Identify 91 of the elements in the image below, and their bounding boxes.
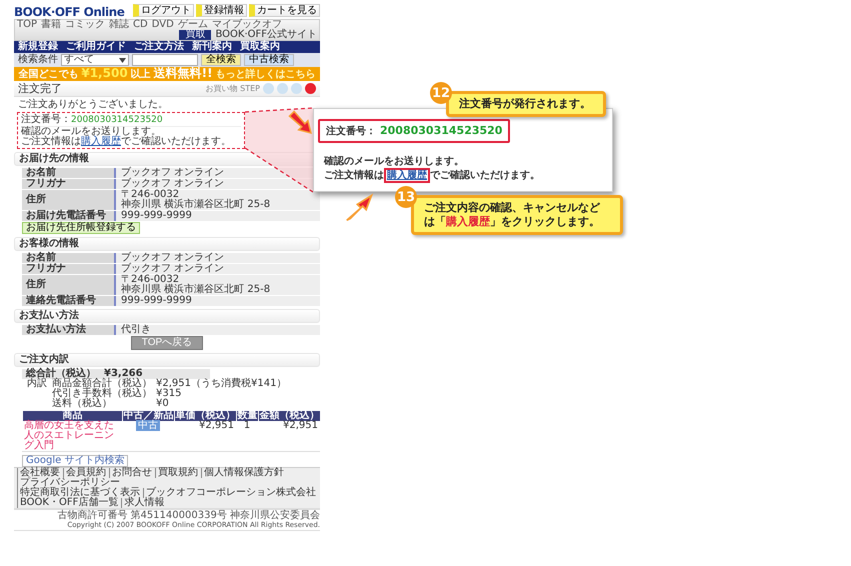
section-title: ご注文内訳	[19, 354, 69, 365]
search-label: 検索条件	[18, 55, 58, 65]
search-button[interactable]: 全検索	[201, 54, 241, 66]
nav-tab[interactable]: CD	[133, 20, 148, 30]
sub-nav-link[interactable]: 新規登録	[18, 42, 58, 52]
sub-nav-link[interactable]: ご利用ガイド	[66, 42, 126, 52]
table-value: 999-999-9999	[114, 296, 320, 306]
sub-nav-link[interactable]: ご注文方法	[134, 42, 184, 52]
table-value: 〒246-0032 神奈川県 横浜市瀬谷区北町 25-8	[114, 275, 320, 295]
table-cell: ¥2,951	[174, 421, 236, 452]
site-search-box[interactable]: Google サイト内検索	[22, 455, 128, 467]
footer-link[interactable]: お問合せ	[109, 468, 152, 478]
search-button[interactable]: 中古検索	[244, 54, 294, 66]
header-button[interactable]: 登録情報	[196, 4, 247, 17]
footer-link[interactable]: 買取規約	[155, 468, 198, 478]
banner-headline: 送料無料!!	[154, 68, 213, 78]
mail-notice: 確認のメールをお送りします。	[324, 155, 465, 169]
table-label: 住所	[22, 190, 114, 210]
category-select[interactable]: すべて	[61, 54, 129, 66]
mail-notice: 確認のメールをお送りします。	[21, 127, 162, 137]
breakdown-item: 送料（税込）	[52, 399, 113, 409]
table-label: 連絡先電話番号	[22, 296, 114, 306]
dropdown-icon	[119, 58, 126, 62]
nav-tab[interactable]: マイブックオフ	[212, 20, 282, 30]
table-label: フリガナ	[22, 179, 114, 189]
banner-text: 以上	[130, 70, 151, 80]
footer-link[interactable]: プライバシーポリシー	[17, 478, 120, 488]
total-amount: ¥3,266	[104, 369, 143, 379]
condition-badge: 中古	[136, 420, 160, 431]
section-title: お届け先の情報	[19, 153, 89, 164]
table-value: ブックオフ オンライン	[114, 264, 320, 274]
nav-tab[interactable]: TOP	[17, 20, 38, 30]
breakdown-label: 内訳	[27, 378, 47, 389]
order-number: 2008030314523520	[380, 124, 502, 137]
breakdown-item: 商品金額合計（税込）	[52, 379, 153, 389]
action-button[interactable]: お届け先住所帳登録する	[22, 222, 140, 234]
thanks-message: ご注文ありがとうございました。	[18, 100, 169, 110]
total-label: 総合計（税込）	[26, 369, 96, 379]
header-button[interactable]: カートを見る	[249, 4, 320, 17]
breakdown-value: ¥2,951（うち消費税¥141）	[156, 379, 286, 389]
table-value: ブックオフ オンライン	[114, 253, 320, 263]
table-value: 999-999-9999	[114, 211, 320, 221]
footer-link[interactable]: 会社概要	[17, 468, 60, 478]
product-link[interactable]: 高層の女王を支えた人のスエトレーニング入門	[24, 421, 120, 451]
sub-nav-link[interactable]: 買取案内	[240, 42, 280, 52]
table-label: フリガナ	[22, 264, 114, 274]
breakdown-item: 代引き手数料（税込）	[52, 389, 153, 399]
pointer-arrow-icon	[288, 110, 314, 136]
history-link[interactable]: 購入履歴	[81, 136, 121, 147]
banner-amount: ¥1,500	[81, 68, 128, 78]
official-site-link[interactable]: BOOK·OFF公式サイト	[215, 30, 317, 40]
breakdown-value: ¥0	[156, 399, 169, 409]
sub-nav-link[interactable]: 新刊案内	[192, 42, 232, 52]
table-label: お名前	[22, 253, 114, 263]
nav-tab[interactable]: 書籍	[41, 20, 62, 30]
table-cell: 1	[236, 421, 258, 452]
order-info-text: ご注文情報は 購入履歴 でご確認いただけます。	[324, 169, 541, 183]
steps-label: お買い物 STEP	[206, 84, 260, 94]
nav-tab[interactable]: DVD	[152, 20, 174, 30]
logo[interactable]: BOOK·OFF Online	[14, 7, 124, 17]
footer-link[interactable]: 特定商取引法に基づく表示	[17, 488, 140, 498]
section-title: お客様の情報	[19, 238, 79, 249]
breakdown-value: ¥315	[156, 389, 182, 399]
header-button[interactable]: ログアウト	[133, 4, 194, 17]
table-label: お支払い方法	[22, 325, 114, 335]
footer-link[interactable]: ブックオフコーポレーション株式会社	[143, 488, 316, 498]
license-text: 古物商許可番号 第451140000339号 神奈川県公安委員会	[56, 511, 320, 521]
table-label: お届け先電話番号	[22, 211, 114, 221]
search-field[interactable]	[132, 54, 198, 66]
footer-link[interactable]: 求人情報	[121, 498, 164, 508]
page-title: 注文完了	[18, 84, 63, 94]
history-link[interactable]: 購入履歴	[384, 168, 430, 183]
table-label: 住所	[22, 275, 114, 295]
section-title: お支払い方法	[19, 310, 79, 321]
order-number-label: 注文番号：	[21, 114, 71, 125]
footer-link[interactable]: 会員規約	[63, 468, 106, 478]
banner-text: 全国どこでも	[18, 70, 78, 80]
nav-tab[interactable]: 雑誌	[109, 20, 130, 30]
nav-tab[interactable]: コミック	[65, 20, 106, 30]
table-value: 〒246-0032 神奈川県 横浜市瀬谷区北町 25-8	[114, 190, 320, 210]
order-info-text: ご注文情報は購入履歴でご確認いただけます。	[21, 137, 232, 147]
table-cell: ¥2,951	[258, 421, 320, 452]
footer-link[interactable]: BOOK・OFF店舗一覧	[17, 498, 118, 508]
order-number: 2008030314523520	[71, 115, 163, 125]
order-number-label: 注文番号：	[326, 126, 376, 137]
pointer-arrow-icon	[345, 192, 375, 222]
nav-tab[interactable]: ゲーム	[178, 20, 208, 30]
table-value: 代引き	[114, 325, 320, 335]
buyback-button[interactable]: 買取	[179, 30, 212, 40]
footer-link[interactable]: 個人情報保護方針	[201, 468, 284, 478]
table-label: お名前	[22, 168, 114, 178]
